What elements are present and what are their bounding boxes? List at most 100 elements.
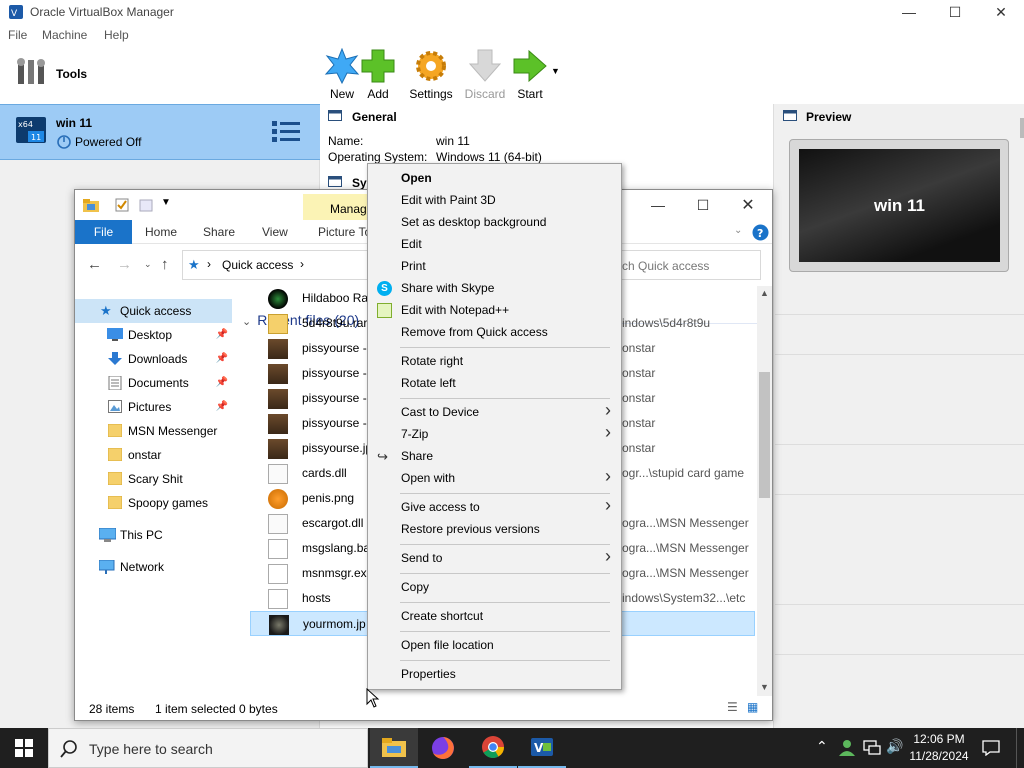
- help-icon[interactable]: ?: [752, 224, 769, 241]
- scroll-up-icon[interactable]: ▲: [760, 288, 769, 298]
- menu-item-restore-previous-versions[interactable]: Restore previous versions: [368, 518, 621, 540]
- taskbar-virtualbox[interactable]: V: [518, 728, 566, 768]
- menu-file[interactable]: File: [8, 28, 27, 42]
- explorer-close-button[interactable]: ✕: [725, 193, 771, 217]
- menu-item-edit-with-paint-3d[interactable]: Edit with Paint 3D: [368, 189, 621, 211]
- taskbar-file-explorer[interactable]: [370, 728, 418, 768]
- nav-quick-access[interactable]: ★ Quick access: [75, 299, 232, 323]
- nav-pictures[interactable]: Pictures 📌: [75, 395, 232, 419]
- tab-view[interactable]: View: [252, 220, 298, 244]
- nav-folder-scary-shit[interactable]: Scary Shit: [75, 467, 232, 491]
- menu-item-copy[interactable]: Copy: [368, 576, 621, 598]
- menu-item-create-shortcut[interactable]: Create shortcut: [368, 605, 621, 627]
- menu-item-give-access-to[interactable]: Give access to ›: [368, 495, 621, 518]
- nav-folder-onstar[interactable]: onstar: [75, 443, 232, 467]
- file-name: pissyourse -: [302, 391, 367, 405]
- add-button[interactable]: Add: [360, 48, 396, 101]
- close-button[interactable]: ✕: [978, 0, 1024, 24]
- tab-share[interactable]: Share: [193, 220, 245, 244]
- explorer-maximize-button[interactable]: ☐: [680, 193, 726, 217]
- quick-access-toolbar-dropdown-icon[interactable]: ▼: [161, 197, 171, 208]
- menu-item-remove-from-quick-access[interactable]: Remove from Quick access: [368, 321, 621, 343]
- menu-item-rotate-left[interactable]: Rotate left: [368, 372, 621, 394]
- menu-item-share-with-skype[interactable]: Share with Skype S: [368, 277, 621, 299]
- menu-item-edit-with-notepadpp[interactable]: Edit with Notepad++: [368, 299, 621, 321]
- nav-desktop[interactable]: Desktop 📌: [75, 323, 232, 347]
- image-thumbnail-icon: [268, 414, 288, 434]
- tools-item[interactable]: Tools: [0, 46, 320, 104]
- new-button[interactable]: New: [322, 47, 362, 101]
- menu-item-rotate-right[interactable]: Rotate right: [368, 350, 621, 372]
- menu-item-cast-to-device[interactable]: Cast to Device ›: [368, 400, 621, 423]
- address-bar[interactable]: ★ › Quick access ›: [182, 250, 368, 280]
- menu-item-7-zip[interactable]: 7-Zip ›: [368, 422, 621, 445]
- volume-icon[interactable]: 🔊: [886, 738, 903, 755]
- preview-scrollbar[interactable]: [1020, 118, 1024, 138]
- forward-arrow-icon[interactable]: →: [117, 256, 132, 273]
- large-icons-view-icon[interactable]: ▦: [747, 700, 758, 714]
- file-name: pissyourse -: [302, 341, 367, 355]
- start-label: Start: [517, 87, 543, 101]
- menu-machine[interactable]: Machine: [42, 28, 87, 42]
- back-arrow-icon[interactable]: ←: [87, 256, 102, 273]
- scroll-thumb[interactable]: [759, 372, 770, 498]
- taskbar-clock[interactable]: 12:06 PM 11/28/2024: [904, 731, 974, 765]
- windows-logo-icon: [15, 739, 33, 757]
- start-dropdown-icon[interactable]: ▼: [551, 66, 560, 76]
- taskbar-firefox[interactable]: [419, 728, 467, 768]
- menu-item-open-file-location[interactable]: Open file location: [368, 634, 621, 656]
- menu-item-print[interactable]: Print: [368, 255, 621, 277]
- menu-item-set-as-desktop-background[interactable]: Set as desktop background: [368, 211, 621, 233]
- menu-item-open-with[interactable]: Open with ›: [368, 466, 621, 489]
- maximize-button[interactable]: ☐: [932, 0, 978, 24]
- up-arrow-icon[interactable]: ↑: [161, 256, 169, 273]
- user-tray-icon[interactable]: [838, 739, 856, 757]
- file-list-scrollbar[interactable]: ▲ ▼: [757, 286, 772, 696]
- pictures-icon: [108, 400, 122, 413]
- minimize-button[interactable]: —: [886, 0, 932, 24]
- menu-item-properties[interactable]: Properties: [368, 663, 621, 685]
- tab-file[interactable]: File: [75, 220, 132, 244]
- manage-contextual-tab[interactable]: Manag: [303, 194, 373, 220]
- menu-help[interactable]: Help: [104, 28, 129, 42]
- taskbar-search-box[interactable]: Type here to search: [48, 728, 368, 768]
- settings-button[interactable]: Settings: [408, 48, 454, 101]
- start-button[interactable]: Start: [512, 48, 548, 101]
- nav-network[interactable]: Network: [75, 555, 232, 579]
- menu-item-open[interactable]: Open: [368, 167, 621, 189]
- image-thumbnail-icon: [268, 439, 288, 459]
- taskbar-chrome[interactable]: [469, 728, 517, 768]
- nav-this-pc[interactable]: This PC: [75, 523, 232, 547]
- show-hidden-icons-chevron[interactable]: ⌃: [816, 738, 828, 755]
- start-menu-button[interactable]: [0, 728, 48, 768]
- scroll-down-icon[interactable]: ▼: [760, 682, 769, 692]
- explorer-minimize-button[interactable]: —: [635, 193, 681, 217]
- network-tray-icon[interactable]: [863, 740, 881, 756]
- archive-file-icon: [268, 314, 288, 334]
- new-folder-quick-icon[interactable]: [139, 198, 153, 212]
- file-name: msgslang.ba: [302, 541, 371, 555]
- folder-icon: [83, 199, 99, 212]
- menu-item-edit[interactable]: Edit: [368, 233, 621, 255]
- search-quick-access-input[interactable]: ch Quick access: [615, 250, 761, 280]
- properties-quick-icon[interactable]: [115, 198, 129, 212]
- discard-button[interactable]: Discard: [462, 48, 508, 101]
- show-desktop-button[interactable]: [1016, 728, 1024, 768]
- notifications-icon[interactable]: [982, 740, 1000, 756]
- ribbon-expand-icon[interactable]: ⌄: [734, 225, 742, 236]
- menu-item-send-to[interactable]: Send to ›: [368, 546, 621, 569]
- breadcrumb-chevron-end[interactable]: ›: [300, 257, 304, 271]
- nav-folder-spoopy-games[interactable]: Spoopy games: [75, 491, 232, 515]
- notepadpp-icon: [377, 303, 392, 318]
- machine-tools-menu-icon[interactable]: [272, 119, 300, 145]
- recent-locations-icon[interactable]: ⌄: [144, 259, 152, 270]
- nav-folder-msn-messenger[interactable]: MSN Messenger: [75, 419, 232, 443]
- details-view-icon[interactable]: ☰: [727, 700, 738, 714]
- nav-downloads[interactable]: Downloads 📌: [75, 347, 232, 371]
- vm-item-win11[interactable]: x64 11 win 11 Powered Off: [0, 104, 320, 160]
- quick-access-star-icon: ★: [100, 303, 112, 318]
- menu-item-share[interactable]: Share ↪: [368, 445, 621, 467]
- nav-documents[interactable]: Documents 📌: [75, 371, 232, 395]
- breadcrumb-quick-access[interactable]: Quick access: [222, 258, 293, 272]
- tab-home[interactable]: Home: [135, 220, 187, 244]
